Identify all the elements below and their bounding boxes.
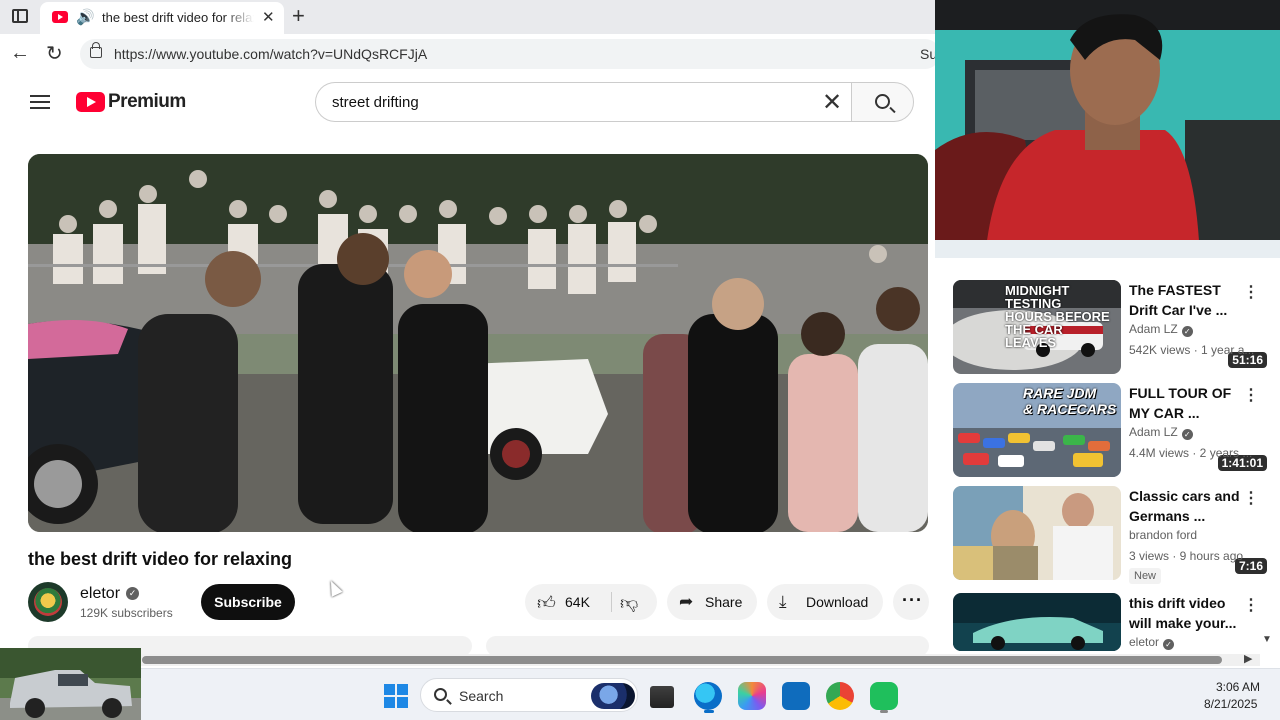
url-text[interactable]: https://www.youtube.com/watch?v=UNdQsRCF… [114, 46, 427, 62]
speaker-icon[interactable]: 🔊 [76, 8, 95, 26]
copilot-icon[interactable] [738, 682, 766, 710]
video-player[interactable] [28, 154, 928, 532]
thumbs-down-icon[interactable]: 👎︎ [620, 592, 638, 614]
thumbs-up-icon[interactable]: 👍︎ [537, 592, 556, 614]
related-channel-name[interactable]: Adam LZ [1129, 322, 1178, 336]
horizontal-scrollbar[interactable]: ▶ [140, 652, 1260, 666]
search-button[interactable] [851, 82, 914, 122]
subscribe-button[interactable]: Subscribe [201, 584, 295, 620]
url-field[interactable]: https://www.youtube.com/watch?v=UNdQsRCF… [80, 39, 940, 69]
like-count[interactable]: 64K [565, 594, 590, 610]
screen: 🔊 the best drift video for relaxing ✕ + … [0, 0, 1280, 720]
list-item[interactable]: RARE JDM & RACECARS 1:41:01 FULL TOUR OF… [953, 383, 1273, 477]
more-vertical-icon[interactable]: ⋮ [1243, 595, 1259, 615]
file-explorer-icon[interactable] [650, 686, 674, 708]
related-meta: 542K views · 1 year a... [1129, 343, 1255, 357]
channel-avatar[interactable] [28, 582, 68, 622]
related-title[interactable]: Classic cars and Germans ... [1129, 486, 1249, 526]
search-icon [434, 688, 447, 701]
share-label: Share [705, 594, 743, 610]
related-channel[interactable]: Adam LZ ✓ [1129, 425, 1193, 440]
clock-date[interactable]: 8/21/2025 [1204, 697, 1257, 711]
webcam-overlay [935, 0, 1280, 258]
new-badge: New [1129, 568, 1162, 584]
download-button[interactable]: ⤓ Download [767, 584, 883, 620]
scroll-down-arrow-icon[interactable]: ▼ [1262, 634, 1272, 645]
hamburger-menu-icon[interactable] [30, 95, 50, 109]
youtube-header: Premium street drifting ✕ [0, 74, 935, 130]
related-title[interactable]: FULL TOUR OF MY CAR ... [1129, 383, 1249, 423]
channel-name[interactable]: eletor [80, 585, 120, 603]
related-channel-name[interactable]: eletor [1129, 635, 1159, 649]
share-arrow-icon: ➦ [679, 592, 694, 611]
more-vertical-icon[interactable]: ⋮ [1243, 488, 1259, 508]
tab-actions-icon[interactable] [12, 9, 28, 23]
verified-check-icon: ✓ [1181, 429, 1193, 440]
browser-tab[interactable]: 🔊 the best drift video for relaxing ✕ [40, 2, 284, 34]
scrollbar-thumb[interactable] [142, 656, 1222, 664]
edge-browser-icon[interactable] [694, 682, 722, 710]
reload-icon[interactable]: ↻ [46, 41, 63, 66]
active-app-indicator [704, 710, 714, 713]
verified-check-icon: ✓ [126, 587, 139, 600]
browser-tab-bar: 🔊 the best drift video for relaxing ✕ + [0, 0, 935, 34]
related-channel[interactable]: brandon ford [1129, 528, 1197, 542]
windows-start-icon[interactable] [384, 684, 408, 708]
streaming-app-icon[interactable] [870, 682, 898, 710]
search-input[interactable]: street drifting ✕ [315, 82, 852, 122]
back-arrow-icon[interactable]: ← [10, 42, 30, 65]
related-meta: 3 views · 9 hours ago [1129, 549, 1244, 563]
list-item[interactable]: this drift video will make your... eleto… [953, 593, 1273, 651]
more-actions-button[interactable]: ··· [893, 584, 929, 620]
youtube-logo-icon[interactable] [76, 92, 105, 112]
related-channel-name[interactable]: Adam LZ [1129, 425, 1178, 439]
thumbnail-caption: MIDNIGHT TESTING HOURS BEFORE THE CAR LE… [1005, 283, 1110, 350]
mouse-cursor-icon [325, 578, 343, 597]
list-item[interactable]: 7:16 Classic cars and Germans ... brando… [953, 486, 1273, 584]
subscriber-count: 129K subscribers [80, 606, 173, 620]
tab-title: the best drift video for relaxing [102, 10, 254, 25]
verified-check-icon: ✓ [1163, 639, 1175, 650]
thumbnail-caption: RARE JDM & RACECARS [1023, 385, 1117, 417]
close-tab-icon[interactable]: ✕ [262, 8, 275, 26]
search-icon [875, 94, 890, 109]
windows-taskbar [0, 668, 1280, 720]
search-highlight-icon [591, 683, 635, 709]
chrome-icon[interactable] [826, 682, 854, 710]
video-thumbnail[interactable] [953, 486, 1121, 580]
download-label: Download [806, 594, 869, 610]
more-horizontal-icon: ··· [902, 590, 923, 610]
video-title: the best drift video for relaxing [28, 549, 293, 569]
search-query[interactable]: street drifting [332, 94, 419, 111]
clear-search-icon[interactable]: ✕ [822, 88, 842, 117]
more-vertical-icon[interactable]: ⋮ [1243, 282, 1259, 302]
comments-panel[interactable] [486, 636, 929, 656]
taskbar-search-label: Search [459, 688, 504, 704]
new-tab-icon[interactable]: + [292, 3, 305, 29]
scroll-right-arrow-icon[interactable]: ▶ [1244, 652, 1252, 665]
related-channel[interactable]: Adam LZ ✓ [1129, 322, 1193, 337]
address-bar-row: ← ↻ https://www.youtube.com/watch?v=UNdQ… [0, 34, 940, 74]
more-vertical-icon[interactable]: ⋮ [1243, 385, 1259, 405]
list-item[interactable]: MIDNIGHT TESTING HOURS BEFORE THE CAR LE… [953, 280, 1273, 374]
truck-overlay-image [0, 648, 141, 720]
lock-icon[interactable] [90, 42, 102, 58]
related-videos: MIDNIGHT TESTING HOURS BEFORE THE CAR LE… [935, 258, 1280, 654]
outlook-icon[interactable] [782, 682, 810, 710]
verified-check-icon: ✓ [1181, 326, 1193, 337]
related-meta: 4.4M views · 2 years ... [1129, 446, 1253, 460]
youtube-premium-label[interactable]: Premium [108, 91, 186, 113]
like-divider [611, 592, 612, 612]
like-dislike-group: 👍︎ 64K 👎︎ [525, 584, 657, 620]
related-title[interactable]: this drift video will make your... [1129, 593, 1249, 633]
related-title[interactable]: The FASTEST Drift Car I've ... [1129, 280, 1249, 320]
download-icon: ⤓ [779, 592, 787, 611]
taskbar-search[interactable]: Search [420, 678, 638, 712]
open-app-indicator [880, 710, 888, 713]
share-button[interactable]: ➦ Share [667, 584, 757, 620]
related-channel[interactable]: eletor ✓ [1129, 635, 1175, 650]
youtube-favicon-icon [52, 11, 68, 23]
clock-time[interactable]: 3:06 AM [1216, 680, 1260, 694]
video-thumbnail[interactable] [953, 593, 1121, 651]
